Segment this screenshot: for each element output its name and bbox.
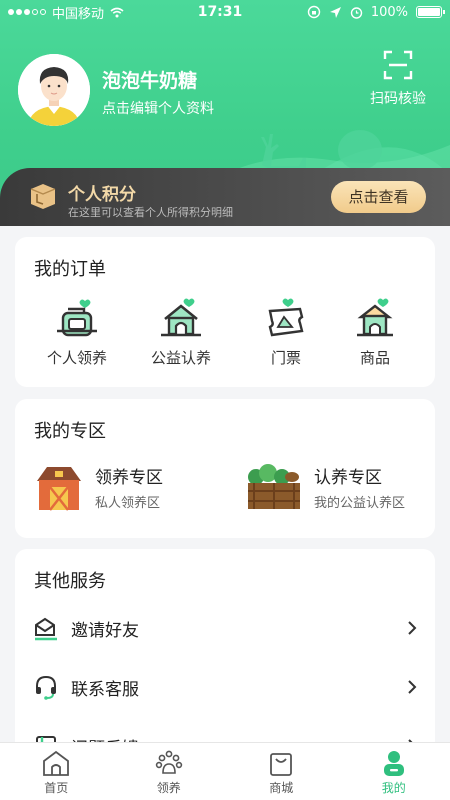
invite-icon <box>35 617 57 641</box>
carrier-label: 中国移动 <box>52 6 105 22</box>
service-label: 邀请好友 <box>71 620 139 641</box>
username[interactable]: 泡泡牛奶糖 <box>102 66 197 93</box>
zone-subtitle: 私人领养区 <box>95 496 161 511</box>
zone-title: 领养专区 <box>95 468 163 488</box>
chevron-right-icon <box>408 680 417 694</box>
paw-icon <box>155 750 182 774</box>
pet-house-icon <box>357 298 393 337</box>
home-icon <box>43 750 70 776</box>
services-card: 其他服务 邀请好友 联系客服 问题反馈 <box>15 549 435 759</box>
bottom-tab-bar: 首页 领养 商城 我的 <box>0 742 450 800</box>
shopping-bag-icon <box>270 753 293 776</box>
rotation-lock-icon <box>307 5 321 19</box>
edit-profile-link[interactable]: 点击编辑个人资料 <box>102 98 214 118</box>
scan-button[interactable]: 扫码核验 <box>366 50 430 108</box>
points-book-icon <box>30 184 56 209</box>
status-bar: 中国移动 17:31 100% <box>0 0 450 24</box>
tab-label: 领养 <box>156 781 181 795</box>
zone-title: 认养专区 <box>314 468 382 488</box>
order-tickets[interactable]: 门票 <box>236 297 336 368</box>
tab-label: 首页 <box>44 781 69 795</box>
headset-icon <box>36 675 56 700</box>
order-label: 公益认养 <box>150 349 211 367</box>
clock: 17:31 <box>197 4 243 20</box>
location-icon <box>329 6 341 18</box>
chevron-right-icon <box>408 621 417 635</box>
points-subtitle: 在这里可以查看个人所得积分明细 <box>68 206 233 219</box>
order-label: 商品 <box>359 349 390 367</box>
alarm-icon <box>350 6 363 19</box>
scan-label: 扫码核验 <box>370 91 426 107</box>
pet-carrier-icon <box>57 299 97 337</box>
scan-icon <box>383 50 413 80</box>
service-label: 联系客服 <box>71 679 139 700</box>
order-label: 门票 <box>270 349 301 367</box>
order-goods[interactable]: 商品 <box>325 297 425 368</box>
kennel-icon <box>161 298 201 337</box>
battery-percent: 100% <box>370 4 408 20</box>
order-personal-adoption[interactable]: 个人领养 <box>27 297 127 368</box>
ticket-icon <box>268 298 304 337</box>
orders-card: 我的订单 个人领养 公益认养 门票 商品 <box>15 237 435 387</box>
tab-adopt[interactable]: 领养 <box>113 743 226 800</box>
service-invite-friends[interactable]: 邀请好友 <box>15 608 435 648</box>
battery-icon <box>416 6 445 18</box>
planter-icon <box>248 464 300 509</box>
services-title: 其他服务 <box>34 571 106 592</box>
barn-icon <box>37 467 81 511</box>
tab-mall[interactable]: 商城 <box>225 743 338 800</box>
profile-icon <box>383 751 404 776</box>
tab-home[interactable]: 首页 <box>0 743 113 800</box>
signal-icon <box>8 9 46 15</box>
zones-title: 我的专区 <box>34 421 106 442</box>
zone-adoption[interactable]: 领养专区 私人领养区 <box>33 461 163 513</box>
view-points-button[interactable]: 点击查看 <box>331 181 426 213</box>
zone-sponsorship[interactable]: 认养专区 我的公益认养区 <box>244 461 405 513</box>
tab-mine[interactable]: 我的 <box>338 743 450 800</box>
service-contact-support[interactable]: 联系客服 <box>15 667 435 707</box>
tab-label: 我的 <box>381 781 406 795</box>
zones-card: 我的专区 领养专区 私人领养区 认养专区 我的公益认养区 <box>15 399 435 538</box>
wifi-icon <box>110 7 124 17</box>
orders-title: 我的订单 <box>34 259 106 280</box>
zone-subtitle: 我的公益认养区 <box>314 496 406 511</box>
tab-label: 商城 <box>269 781 294 795</box>
points-title: 个人积分 <box>68 185 136 205</box>
order-label: 个人领养 <box>46 349 107 367</box>
avatar[interactable] <box>18 54 90 126</box>
order-charity-sponsorship[interactable]: 公益认养 <box>131 297 231 368</box>
